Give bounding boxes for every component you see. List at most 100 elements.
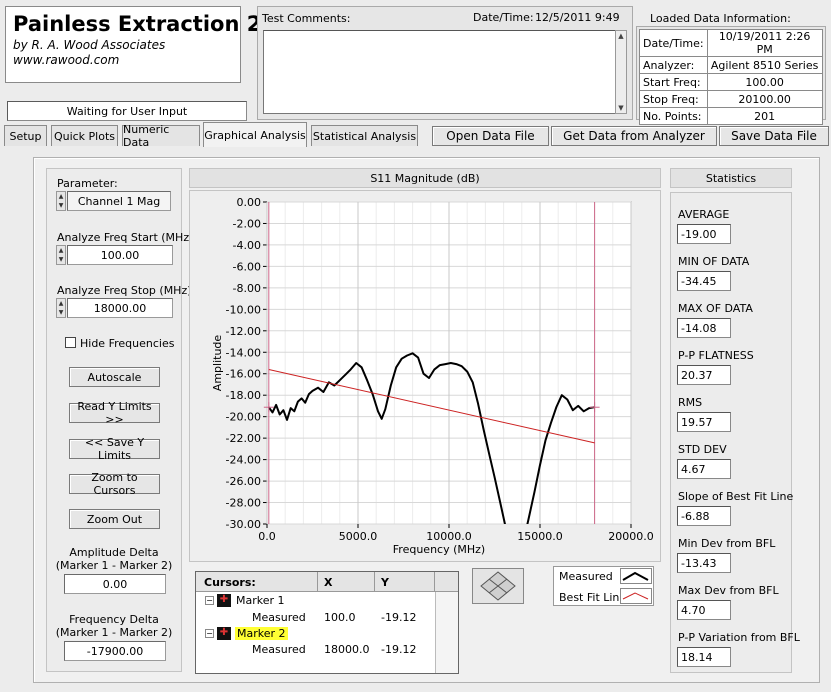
info-row: Stop Freq: 20100.00	[639, 90, 823, 108]
stat-label-pp-flatness: P-P FLATNESS	[678, 349, 754, 362]
stat-label-slope: Slope of Best Fit Line	[678, 490, 794, 503]
get-data-analyzer-button[interactable]: Get Data from Analyzer	[551, 126, 717, 146]
autoscale-button[interactable]: Autoscale	[69, 367, 160, 387]
cursor-move-control[interactable]	[472, 568, 524, 604]
col-divider	[434, 572, 435, 592]
y-tick-label: -22.00	[226, 432, 261, 445]
stat-label-min: MIN OF DATA	[678, 255, 750, 268]
datetime-label: Date/Time:	[473, 11, 534, 24]
stat-label-min-dev: Min Dev from BFL	[678, 537, 776, 550]
tab-setup[interactable]: Setup	[4, 125, 47, 146]
legend-measured-swatch[interactable]	[620, 568, 652, 584]
x-tick-label: 10000.0	[426, 530, 472, 543]
freq-delta-sublabel: (Marker 1 - Marker 2)	[55, 626, 173, 639]
y-axis-label: Amplitude	[211, 335, 224, 392]
legend-bfl-label: Best Fit Line	[559, 591, 627, 604]
parameter-spinner[interactable]: ▲ ▼	[56, 191, 66, 211]
col-divider	[374, 572, 375, 592]
freq-stop-spinner[interactable]: ▲ ▼	[56, 298, 66, 318]
freq-start-input[interactable]: 100.00	[67, 245, 173, 265]
info-value: 20100.00	[706, 90, 823, 108]
y-tick-label: -24.00	[226, 454, 261, 467]
tab-graphical-analysis[interactable]: Graphical Analysis	[203, 122, 307, 147]
cursor-table-scrollbar[interactable]	[435, 592, 458, 673]
marker2-icon: ✚	[217, 627, 231, 640]
open-data-file-button[interactable]: Open Data File	[432, 126, 549, 146]
stat-value-slope: -6.88	[677, 506, 731, 526]
y-tick-label: -18.00	[226, 389, 261, 402]
parameter-label: Parameter:	[57, 177, 118, 190]
chart-title: S11 Magnitude (dB)	[370, 171, 480, 185]
stat-value-min-dev: -13.43	[677, 553, 731, 573]
loaded-info-label: Loaded Data Information:	[650, 12, 791, 25]
stat-value-max: -14.08	[677, 318, 731, 338]
freq-start-spinner[interactable]: ▲ ▼	[56, 245, 66, 265]
stat-label-max: MAX OF DATA	[678, 302, 753, 315]
freq-delta-label: Frequency Delta	[69, 613, 159, 626]
datetime-value: 12/5/2011 9:49	[535, 11, 620, 24]
marker2-measured: Measured	[252, 643, 306, 656]
save-data-file-button[interactable]: Save Data File	[719, 126, 829, 146]
stat-label-average: AVERAGE	[678, 208, 730, 221]
y-tick-label: 0.00	[237, 196, 262, 209]
info-key: Stop Freq:	[639, 90, 708, 108]
freq-stop-input[interactable]: 18000.00	[67, 298, 173, 318]
stat-value-average: -19.00	[677, 224, 731, 244]
s11-magnitude-chart[interactable]: 0.00 -2.00 -4.00 -6.00 -8.00 -10.00 -12.00 -14.…	[189, 190, 661, 562]
x-tick-label: 5000.0	[339, 530, 378, 543]
read-y-limits-button[interactable]: Read Y Limits >>	[69, 400, 160, 426]
stat-value-rms: 19.57	[677, 412, 731, 432]
hide-frequencies-checkbox[interactable]	[65, 337, 76, 348]
marker2-label[interactable]: Marker 2	[235, 627, 288, 640]
amp-delta-value: 0.00	[64, 574, 166, 594]
test-comments-label: Test Comments:	[262, 12, 351, 25]
info-row: No. Points: 201	[639, 107, 823, 125]
save-y-limits-button[interactable]: << Save Y Limits	[69, 436, 160, 462]
cursor-move-diamond-icon[interactable]	[473, 569, 523, 603]
tab-statistical-analysis[interactable]: Statistical Analysis	[311, 125, 418, 146]
info-key: No. Points:	[639, 107, 708, 125]
stat-value-max-dev: 4.70	[677, 600, 731, 620]
zoom-to-cursors-button[interactable]: Zoom to Cursors	[69, 471, 160, 497]
cursors-header: Cursors:	[204, 576, 256, 589]
legend-bfl-swatch[interactable]	[620, 588, 652, 604]
info-value: Agilent 8510 Series	[706, 56, 823, 74]
x-tick-label: 15000.0	[517, 530, 563, 543]
scroll-down-icon[interactable]: ▼	[616, 103, 626, 113]
info-row: Date/Time: 10/19/2011 2:26 PM	[639, 29, 823, 57]
stat-label-rms: RMS	[678, 396, 703, 409]
tab-numeric-data[interactable]: Numeric Data	[122, 123, 200, 149]
marker2-x: 18000.0	[324, 643, 370, 656]
y-tick-label: -26.00	[226, 475, 261, 488]
stat-value-pp-variation: 18.14	[677, 647, 731, 667]
zoom-out-button[interactable]: Zoom Out	[69, 509, 160, 529]
y-tick-label: -8.00	[233, 282, 261, 295]
marker1-y: -19.12	[381, 611, 417, 624]
app-title: Painless Extraction 2	[13, 12, 262, 36]
test-comments-input[interactable]	[263, 30, 616, 114]
x-tick-label: 0.0	[258, 530, 276, 543]
marker1-label[interactable]: Marker 1	[236, 594, 285, 607]
stat-label-pp-variation: P-P Variation from BFL	[678, 631, 800, 644]
amp-delta-label: Amplitude Delta	[69, 546, 159, 559]
collapse-marker2-icon[interactable]: −	[205, 629, 214, 638]
scroll-up-icon[interactable]: ▲	[616, 31, 626, 41]
info-row: Start Freq: 100.00	[639, 73, 823, 91]
y-tick-label: -6.00	[233, 260, 261, 273]
y-tick-label: -12.00	[226, 325, 261, 338]
info-key: Date/Time:	[639, 29, 708, 57]
stat-label-std-dev: STD DEV	[678, 443, 727, 456]
info-key: Analyzer:	[639, 56, 708, 74]
tab-quick-plots[interactable]: Quick Plots	[51, 125, 118, 146]
marker1-x: 100.0	[324, 611, 356, 624]
comments-scrollbar[interactable]: ▲ ▼	[615, 30, 627, 114]
legend-measured-label: Measured	[559, 570, 613, 583]
y-tick-label: -4.00	[233, 239, 261, 252]
stat-value-pp-flatness: 20.37	[677, 365, 731, 385]
collapse-marker1-icon[interactable]: −	[205, 596, 214, 605]
info-row: Analyzer: Agilent 8510 Series	[639, 56, 823, 74]
y-tick-label: -28.00	[226, 497, 261, 510]
stat-value-std-dev: 4.67	[677, 459, 731, 479]
parameter-select[interactable]: Channel 1 Mag	[67, 191, 171, 211]
freq-stop-label: Analyze Freq Stop (MHz)	[57, 284, 192, 297]
